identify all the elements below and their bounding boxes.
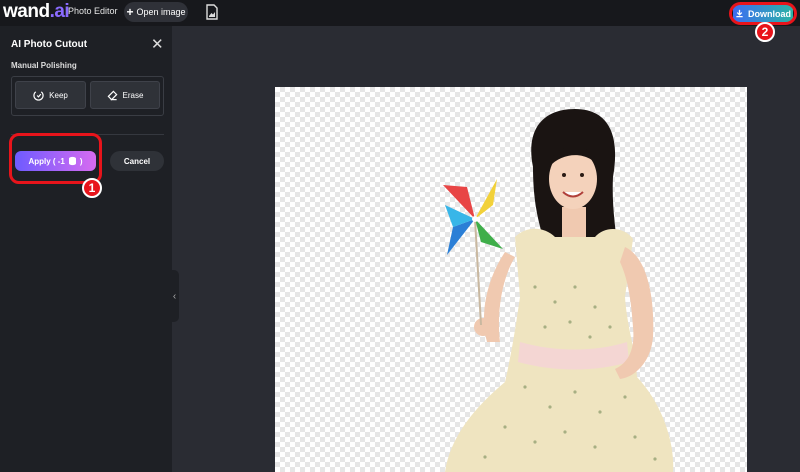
chevron-left-icon: ‹ xyxy=(172,290,177,302)
erase-label: Erase xyxy=(122,90,144,100)
collapse-panel-handle[interactable]: ‹ xyxy=(170,270,179,322)
nav-photo-editor[interactable]: Photo Editor xyxy=(68,6,118,16)
plus-icon: + xyxy=(126,5,134,19)
top-bar: wand.ai Photo Editor + Open image Downlo… xyxy=(0,0,800,26)
manual-polishing-label: Manual Polishing xyxy=(11,61,77,70)
cutout-photo xyxy=(443,109,674,472)
logo-suffix: .ai xyxy=(49,1,70,22)
step-2-badge: 2 xyxy=(755,22,775,42)
cutout-panel: AI Photo Cutout ✕ Manual Polishing Keep … xyxy=(0,26,172,472)
cancel-button[interactable]: Cancel xyxy=(110,151,164,171)
apply-highlight-ring xyxy=(9,133,102,184)
keep-icon xyxy=(33,90,44,101)
keep-label: Keep xyxy=(49,90,68,100)
erase-icon xyxy=(107,90,118,100)
close-icon[interactable]: ✕ xyxy=(151,35,164,53)
file-image-icon[interactable] xyxy=(205,4,219,20)
logo-main: wand xyxy=(3,1,50,22)
image-canvas[interactable] xyxy=(275,87,747,472)
open-image-label: Open image xyxy=(136,7,186,17)
logo[interactable]: wand.ai xyxy=(3,0,70,24)
panel-title: AI Photo Cutout xyxy=(11,39,88,50)
step-1-badge: 1 xyxy=(82,178,102,198)
open-image-button[interactable]: + Open image xyxy=(124,2,188,22)
erase-button[interactable]: Erase xyxy=(90,81,160,109)
keep-button[interactable]: Keep xyxy=(15,81,86,109)
